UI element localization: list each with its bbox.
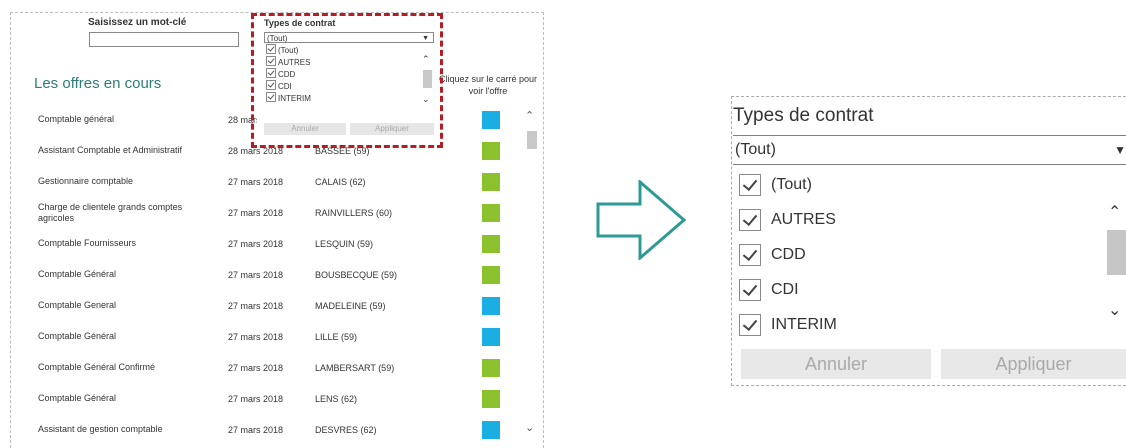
- offer-title: Assistant de gestion comptable: [38, 424, 163, 434]
- chevron-down-icon[interactable]: ⌄: [1108, 300, 1121, 320]
- scroll-thumb[interactable]: [1107, 230, 1126, 275]
- filter-option-label: AUTRES: [771, 211, 836, 228]
- offer-city: BOUSBECQUE (59): [315, 269, 398, 280]
- filter-scrollbar[interactable]: ⌃ ⌄: [1104, 166, 1126, 346]
- offer-title: Comptable General: [38, 300, 117, 310]
- offers-scrollbar[interactable]: ⌃ ⌄: [522, 105, 540, 445]
- chevron-down-icon[interactable]: ⌄: [525, 421, 534, 434]
- apply-button[interactable]: Appliquer: [941, 349, 1126, 379]
- view-offer-square[interactable]: [482, 111, 500, 129]
- offer-date: 27 mars 2018: [228, 238, 284, 249]
- offer-row: Comptable Général Confirmé 27 mars 2018 LA…: [10, 352, 520, 383]
- offer-date: 27 mars 2018: [228, 269, 284, 280]
- offer-city: RAINVILLERS (60): [315, 207, 393, 218]
- offer-date: 27 mars 2018: [228, 424, 284, 435]
- check-icon[interactable]: [739, 209, 761, 231]
- filter-title: Types de contrat: [733, 105, 874, 126]
- offer-city: MADELEINE (59): [315, 300, 386, 311]
- filter-option-label: (Tout): [771, 176, 812, 193]
- offer-title: Comptable Fournisseurs: [38, 238, 137, 248]
- offer-title: Gestionnaire comptable: [38, 176, 134, 186]
- check-icon[interactable]: [739, 244, 761, 266]
- offer-date: 27 mars 2018: [228, 362, 284, 373]
- offer-row: Comptable Fournisseurs 27 mars 2018 LESQUI…: [10, 228, 520, 259]
- offer-title: Comptable Général: [38, 393, 117, 403]
- check-icon[interactable]: [739, 314, 761, 336]
- filter-option[interactable]: CDI: [739, 273, 799, 307]
- offer-row: Charge de clientele grands comptes agric…: [10, 197, 520, 228]
- cancel-button[interactable]: Annuler: [741, 349, 931, 379]
- filter-option[interactable]: (Tout): [739, 168, 812, 202]
- filter-selected-value: (Tout): [735, 141, 776, 158]
- filter-option[interactable]: CDD: [739, 238, 806, 272]
- offer-date: 27 mars 2018: [228, 300, 284, 311]
- offer-date: 27 mars 2018: [228, 207, 284, 218]
- view-offer-square[interactable]: [482, 328, 500, 346]
- filter-option-label: CDD: [771, 246, 806, 263]
- filter-select[interactable]: (Tout) ▼: [733, 135, 1126, 165]
- filter-option[interactable]: INTERIM: [739, 308, 837, 342]
- highlight-box: [251, 13, 443, 148]
- offer-city: LESQUIN (59): [315, 238, 374, 249]
- chevron-up-icon[interactable]: ⌃: [1108, 202, 1121, 222]
- view-offer-square[interactable]: [482, 204, 500, 222]
- click-hint: Cliquez sur le carré pour voir l'offre: [438, 74, 538, 96]
- offer-city: CALAIS (62): [315, 176, 366, 187]
- filter-option-label: INTERIM: [771, 316, 837, 333]
- right-arrow-outline-icon: [596, 180, 686, 260]
- check-icon[interactable]: [739, 174, 761, 196]
- view-offer-square[interactable]: [482, 297, 500, 315]
- offer-title: Charge de clientele grands comptes agric…: [38, 201, 183, 223]
- offer-title: Assistant Comptable et Administratif: [38, 145, 183, 155]
- view-offer-square[interactable]: [482, 173, 500, 191]
- contract-type-filter-zoom: Types de contrat (Tout) ▼ (Tout) AUTRES …: [731, 96, 1126, 386]
- view-offer-square[interactable]: [482, 421, 500, 439]
- scroll-thumb[interactable]: [527, 131, 537, 149]
- offer-row: Comptable Général 27 mars 2018 BOUSBECQUE …: [10, 259, 520, 290]
- filter-option[interactable]: AUTRES: [739, 203, 836, 237]
- chevron-up-icon[interactable]: ⌃: [525, 109, 534, 122]
- offer-city: LAMBERSART (59): [315, 362, 395, 373]
- offer-title: Comptable Général Confirmé: [38, 362, 156, 372]
- filter-option-label: CDI: [771, 281, 799, 298]
- offer-city: LILLE (59): [315, 331, 358, 342]
- offer-date: 27 mars 2018: [228, 393, 284, 404]
- offer-date: 27 mars 2018: [228, 176, 284, 187]
- offer-city: DESVRES (62): [315, 424, 377, 435]
- view-offer-square[interactable]: [482, 266, 500, 284]
- offer-row: Comptable Général 27 mars 2018 LENS (62): [10, 383, 520, 414]
- offer-row: Assistant de gestion comptable 27 mars 20…: [10, 414, 520, 445]
- view-offer-square[interactable]: [482, 235, 500, 253]
- offer-title: Comptable Général: [38, 331, 117, 341]
- keyword-label: Saisissez un mot-clé: [88, 17, 187, 28]
- offer-title: Comptable Général: [38, 269, 117, 279]
- view-offer-square[interactable]: [482, 142, 500, 160]
- offer-city: LENS (62): [315, 393, 358, 404]
- offer-title: Comptable général: [38, 114, 115, 124]
- keyword-input[interactable]: [89, 32, 239, 47]
- section-title: Les offres en cours: [34, 75, 162, 92]
- caret-down-icon[interactable]: ▼: [1114, 136, 1126, 164]
- offer-row: Gestionnaire comptable 27 mars 2018 CALAIS…: [10, 166, 520, 197]
- view-offer-square[interactable]: [482, 359, 500, 377]
- offer-row: Comptable Général 27 mars 2018 LILLE (59): [10, 321, 520, 352]
- view-offer-square[interactable]: [482, 390, 500, 408]
- offer-date: 27 mars 2018: [228, 331, 284, 342]
- check-icon[interactable]: [739, 279, 761, 301]
- offer-row: Comptable General 27 mars 2018 MADELEINE (…: [10, 290, 520, 321]
